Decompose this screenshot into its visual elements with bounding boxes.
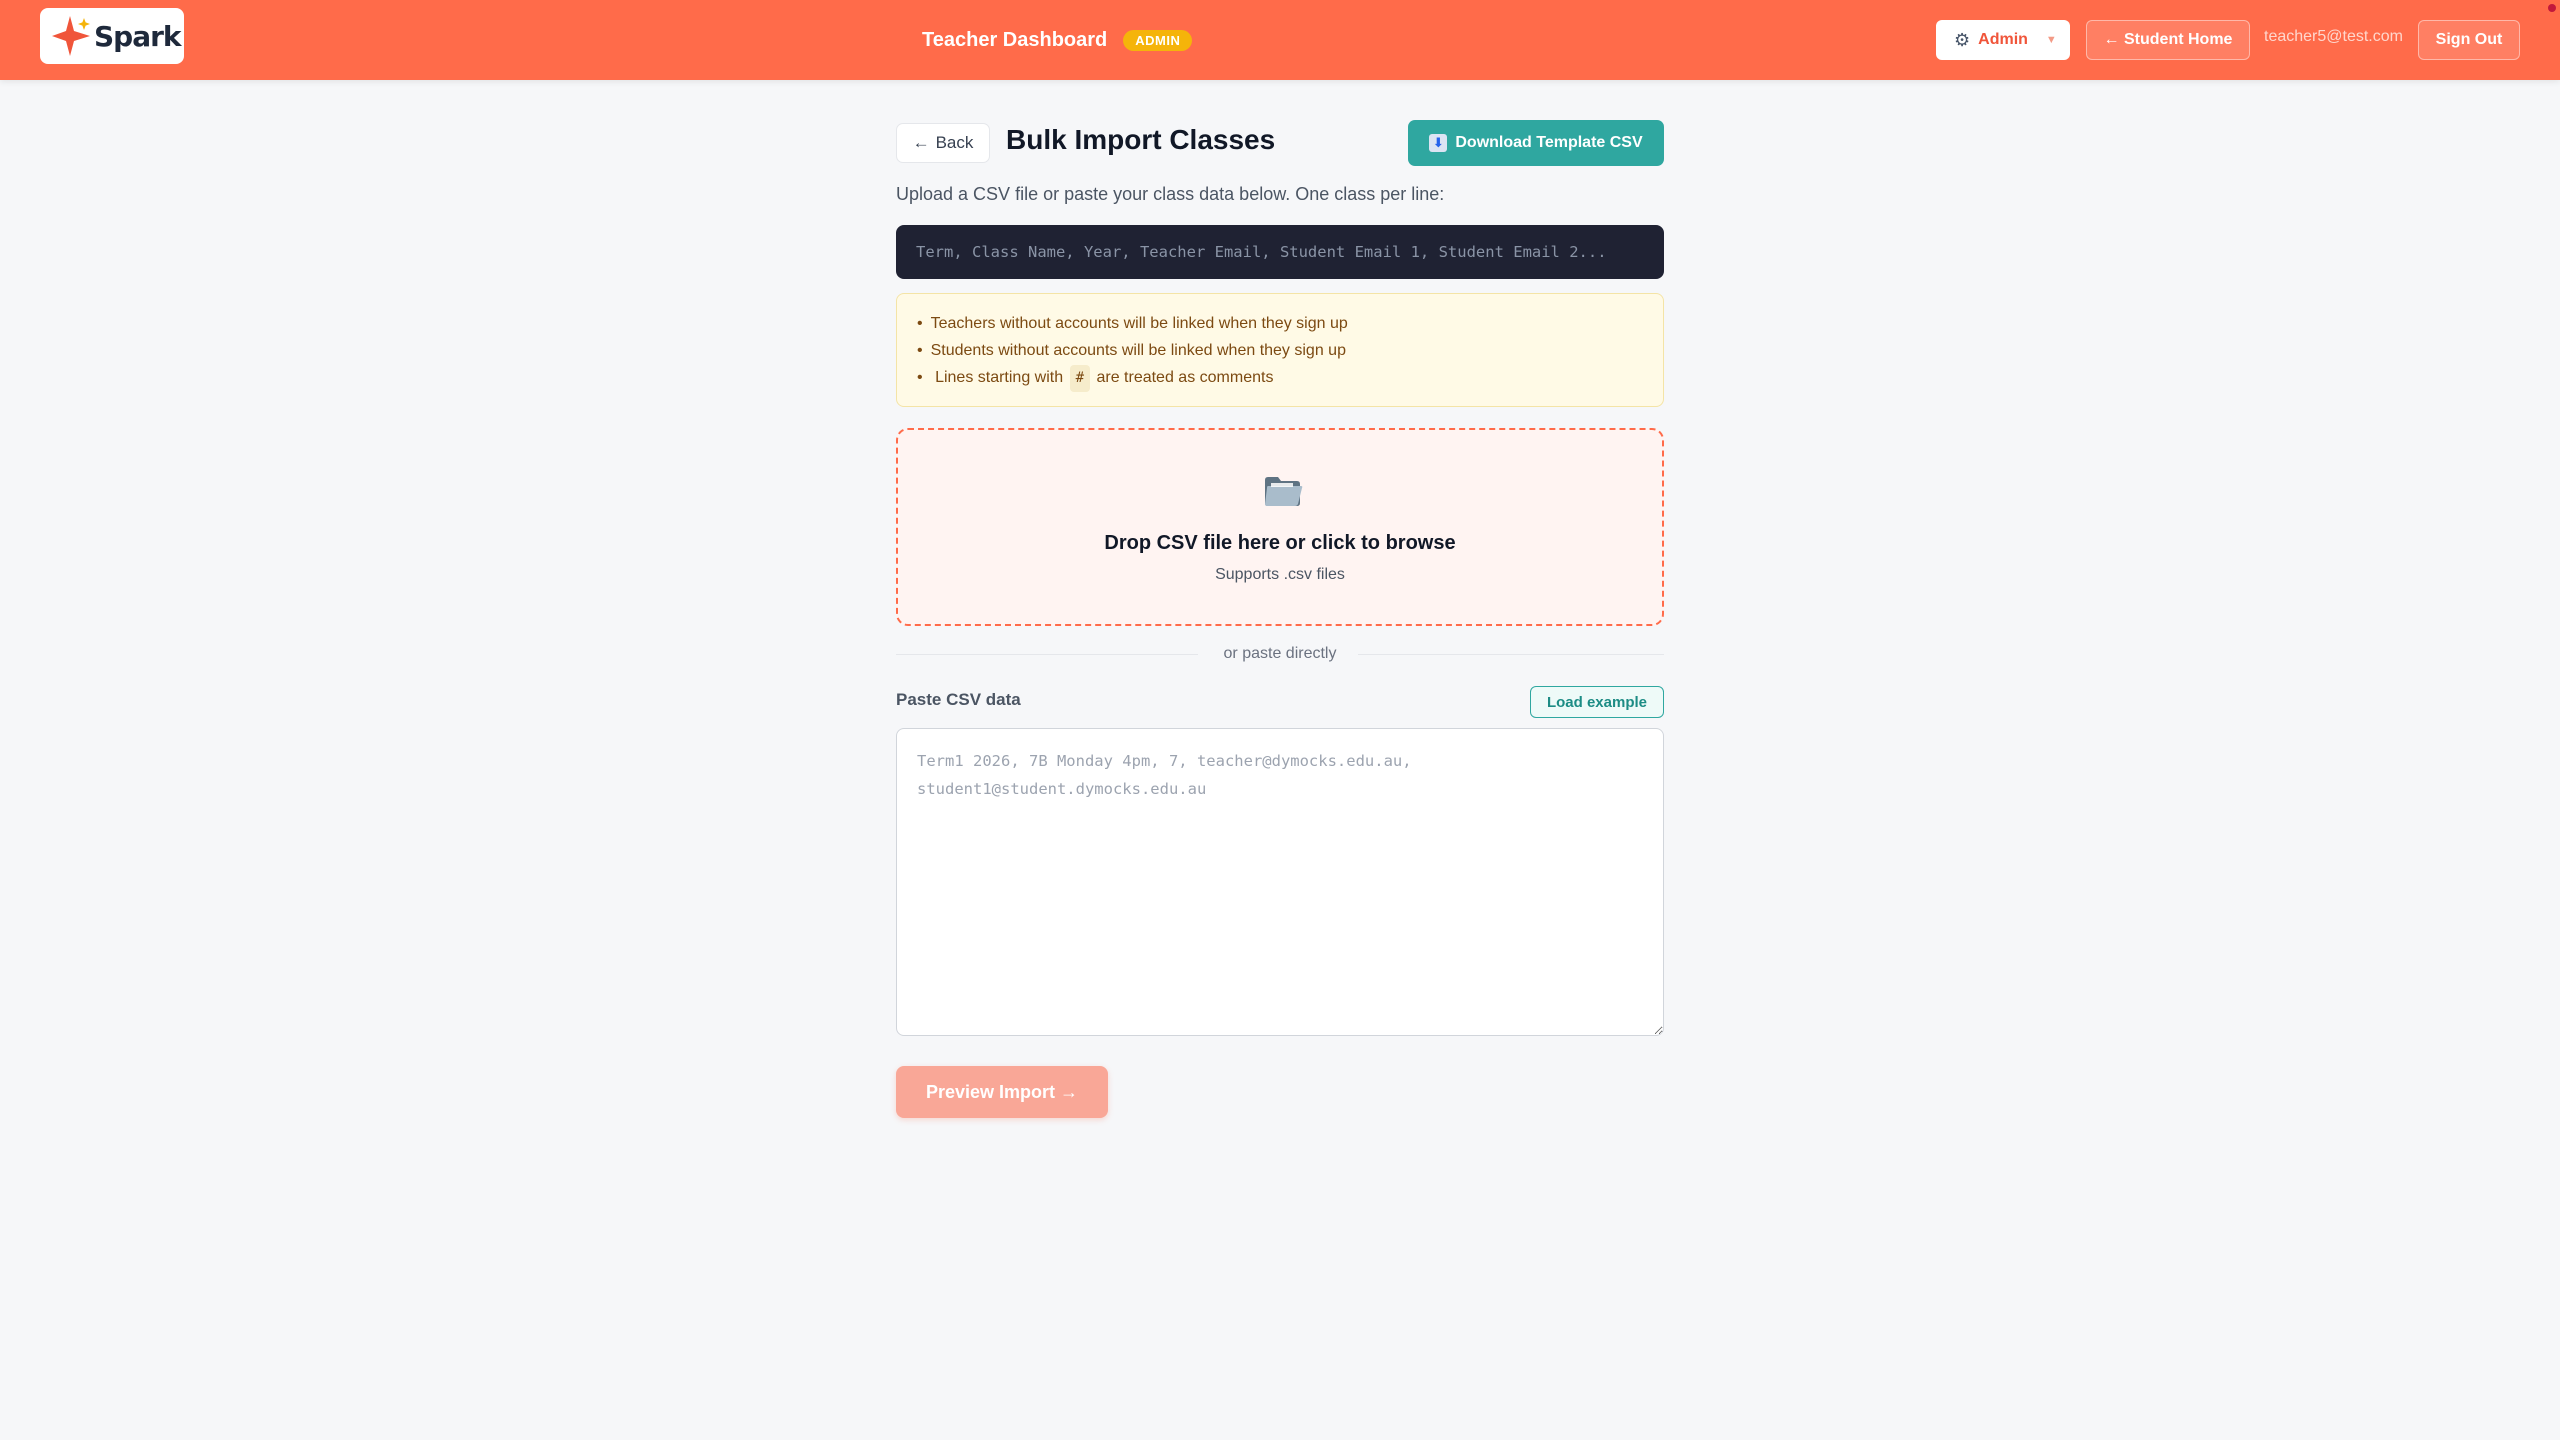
arrow-left-icon: ← <box>912 133 930 152</box>
gear-icon: ⚙ <box>1954 29 1971 50</box>
note-item: Students without accounts will be linked… <box>917 337 1643 364</box>
dashboard-title: Teacher Dashboard <box>922 28 1108 51</box>
divider-line <box>1358 654 1664 655</box>
student-home-button[interactable]: ← Student Home <box>2086 20 2250 60</box>
admin-badge: ADMIN <box>1123 29 1193 51</box>
sign-out-button[interactable]: Sign Out <box>2418 20 2520 60</box>
load-example-button[interactable]: Load example <box>1530 686 1664 718</box>
logo-text: Spark <box>94 19 182 53</box>
logo[interactable]: Spark <box>40 8 184 64</box>
intro-text: Upload a CSV file or paste your class da… <box>896 184 1445 204</box>
dropzone-title: Drop CSV file here or click to browse <box>1104 532 1456 554</box>
back-button[interactable]: ← Back <box>896 123 990 163</box>
download-label: Download Template CSV <box>1455 134 1643 151</box>
paste-label: Paste CSV data <box>896 690 1021 709</box>
paste-csv-textarea[interactable] <box>896 728 1664 1036</box>
note-text: Lines starting with <box>935 369 1064 386</box>
csv-format-example: Term, Class Name, Year, Teacher Email, S… <box>896 225 1664 279</box>
back-label: Back <box>935 133 974 152</box>
header-center: Teacher Dashboard ADMIN <box>922 24 1193 56</box>
spark-logo-icon <box>52 16 90 56</box>
note-text: are treated as comments <box>1096 369 1274 386</box>
download-icon: ⬇ <box>1429 134 1448 152</box>
dropzone-subtitle: Supports .csv files <box>1215 566 1345 583</box>
download-template-button[interactable]: ⬇ Download Template CSV <box>1408 120 1664 166</box>
chevron-down-icon: ▼ <box>2045 34 2057 46</box>
note-item: Teachers without accounts will be linked… <box>917 310 1643 337</box>
page-title: Bulk Import Classes <box>1006 124 1276 155</box>
note-item: Lines starting with # are treated as com… <box>917 364 1643 392</box>
or-divider: or paste directly <box>896 644 1664 664</box>
import-notes: Teachers without accounts will be linked… <box>896 293 1664 407</box>
folder-icon <box>1265 477 1303 506</box>
top-header: Spark Teacher Dashboard ADMIN ⚙ Admin ▼ … <box>0 0 2560 80</box>
role-select[interactable]: ⚙ Admin ▼ <box>1936 20 2070 60</box>
preview-import-button[interactable]: Preview Import → <box>896 1066 1108 1118</box>
comment-marker-code: # <box>1069 365 1091 392</box>
title-row: ← Back Bulk Import Classes ⬇ Download Te… <box>896 120 1664 166</box>
bulk-import-panel: ← Back Bulk Import Classes ⬇ Download Te… <box>896 120 1664 1118</box>
notification-dot <box>2548 4 2556 12</box>
csv-dropzone[interactable]: Drop CSV file here or click to browse Su… <box>896 428 1664 626</box>
user-email: teacher5@test.com <box>2264 28 2403 45</box>
role-select-value: Admin <box>1978 31 2028 48</box>
